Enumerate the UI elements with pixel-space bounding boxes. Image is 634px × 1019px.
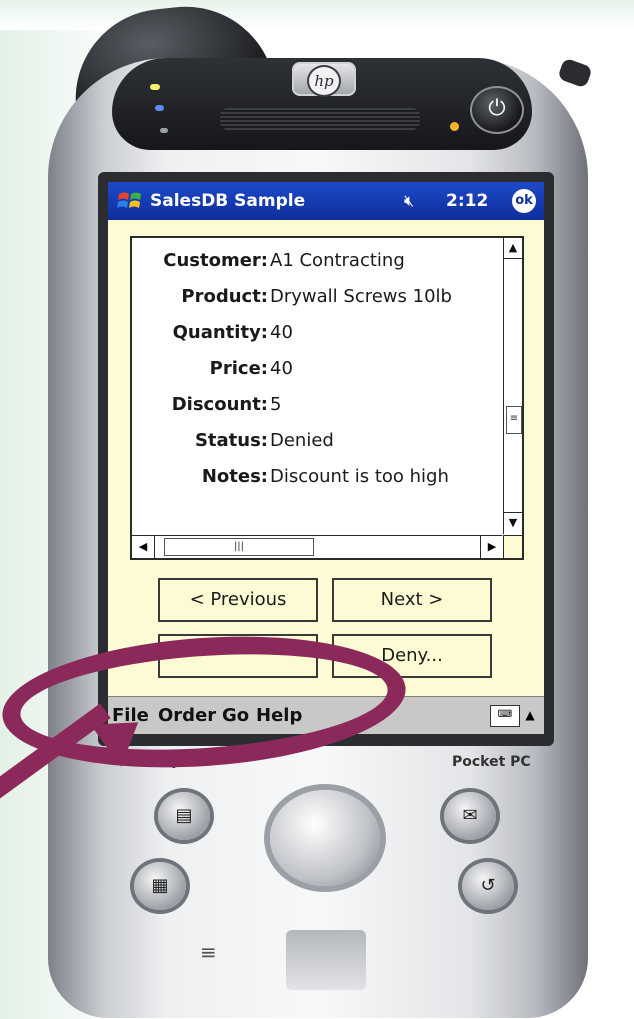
scrollbar-corner (503, 535, 522, 558)
horizontal-scroll-thumb[interactable]: ||| (164, 538, 314, 556)
horizontal-scrollbar[interactable]: ◀ ||| ▶ (132, 535, 502, 558)
notification-led-icon (150, 84, 160, 90)
bluetooth-led-icon (155, 105, 164, 111)
field-value: 40 (270, 322, 293, 343)
field-discount: Discount: 5 (132, 394, 502, 422)
ok-button[interactable]: ok (512, 189, 536, 213)
field-label: Customer: (163, 250, 268, 271)
input-menu-arrow-icon[interactable]: ▲ (520, 701, 540, 729)
field-label: Discount: (171, 394, 268, 415)
wifi-led-icon (160, 128, 168, 133)
charge-led-icon (450, 122, 459, 131)
power-button[interactable]: ⏻ (470, 86, 524, 134)
field-value: A1 Contracting (270, 250, 405, 271)
field-label: Status: (194, 430, 268, 451)
title-bar: SalesDB Sample 🔇︎ 2:12 ok (108, 182, 544, 220)
hp-logo: hp (292, 62, 356, 97)
field-label: Notes: (201, 466, 268, 487)
field-label: Quantity: (172, 322, 268, 343)
vertical-scroll-thumb[interactable]: ≡ (506, 406, 522, 434)
microphone-icon: ≡ (200, 940, 217, 964)
app-title: SalesDB Sample (150, 191, 306, 211)
navigation-pad[interactable] (270, 790, 380, 886)
slide-top-band (0, 0, 634, 30)
field-value: 5 (270, 394, 282, 415)
scroll-left-icon[interactable]: ◀ (132, 536, 155, 558)
clock[interactable]: 2:12 (446, 191, 488, 211)
inbox-button-icon[interactable]: ✉ (444, 792, 496, 840)
field-notes: Notes: Discount is too high (132, 466, 502, 494)
field-value: 40 (270, 358, 293, 379)
hp-logo-text: hp (307, 65, 341, 97)
field-label: Price: (209, 358, 268, 379)
field-product: Product: Drywall Screws 10lb (132, 286, 502, 314)
field-value: Denied (270, 430, 334, 451)
field-quantity: Quantity: 40 (132, 322, 502, 350)
contacts-button-icon[interactable]: ▦ (134, 862, 186, 910)
field-value: Drywall Screws 10lb (270, 286, 452, 307)
speaker-grille (220, 108, 420, 130)
stylus-slot (286, 930, 366, 990)
speaker-muted-icon[interactable]: 🔇︎ (404, 191, 414, 211)
field-value: Discount is too high (270, 466, 449, 487)
field-price: Price: 40 (132, 358, 502, 386)
stylus-nub (557, 57, 593, 89)
calendar-button-icon[interactable]: ▤ (158, 792, 210, 840)
ipaq-button-icon[interactable]: ↺ (462, 862, 514, 910)
scroll-right-icon[interactable]: ▶ (480, 536, 503, 558)
scroll-down-icon[interactable]: ▼ (504, 512, 522, 533)
field-customer: Customer: A1 Contracting (132, 250, 502, 278)
field-status: Status: Denied (132, 430, 502, 458)
vertical-scrollbar[interactable]: ▲ ≡ ▼ (503, 238, 522, 534)
record-detail-list[interactable]: Customer: A1 Contracting Product: Drywal… (130, 236, 524, 560)
previous-button[interactable]: < Previous (158, 578, 318, 622)
keyboard-icon[interactable]: ⌨ (490, 705, 520, 727)
scroll-up-icon[interactable]: ▲ (504, 238, 522, 259)
next-button[interactable]: Next > (332, 578, 492, 622)
windows-start-icon[interactable] (116, 188, 144, 214)
field-label: Product: (181, 286, 268, 307)
platform-label: Pocket PC (452, 754, 531, 770)
